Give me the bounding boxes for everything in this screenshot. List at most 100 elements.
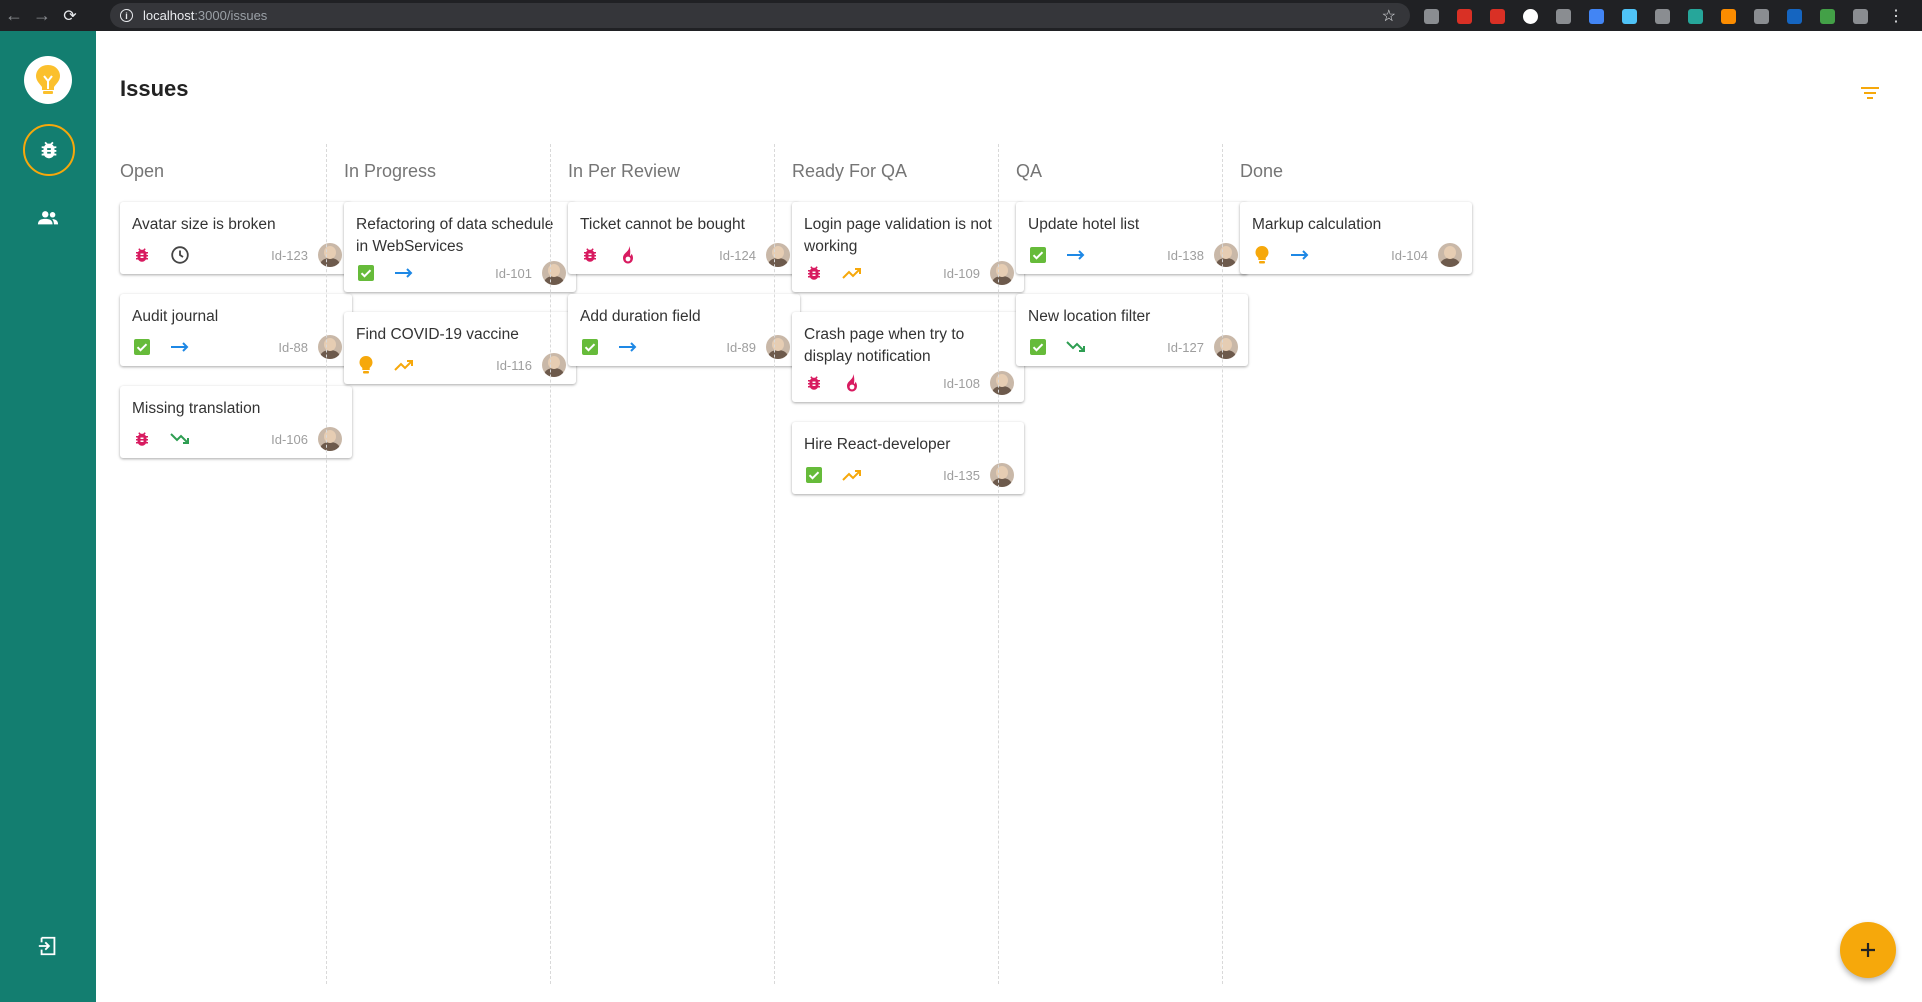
page-title: Issues (120, 76, 189, 101)
browser-extension-icon[interactable] (1519, 5, 1541, 27)
column-divider (550, 144, 551, 984)
issue-title: Add duration field (580, 308, 701, 325)
issue-id: Id-89 (726, 339, 756, 355)
assignee-avatar[interactable] (990, 463, 1014, 487)
issue-card[interactable]: Missing translation Id-106 (120, 386, 352, 458)
assignee-avatar[interactable] (766, 243, 790, 267)
issue-title: Missing translation (132, 400, 261, 417)
issue-card[interactable]: Hire React-developer Id-135 (792, 422, 1024, 494)
fire-icon (840, 373, 864, 393)
bulb-icon (356, 355, 376, 375)
check-icon (1028, 245, 1048, 265)
browser-menu-icon[interactable]: ⋮ (1888, 6, 1904, 26)
nav-users-button[interactable] (34, 206, 62, 230)
issue-footer: Id-104 (1252, 242, 1462, 268)
back-icon[interactable]: ← (0, 0, 28, 31)
browser-extension-icon[interactable] (1849, 5, 1871, 27)
issue-card[interactable]: New location filter Id-127 (1016, 294, 1248, 366)
clock-icon (168, 245, 192, 265)
issue-footer: Id-135 (804, 462, 1014, 488)
issue-title: Refactoring of data schedule in WebServi… (356, 216, 554, 255)
trending-down-icon (1064, 337, 1088, 357)
people-icon (37, 211, 59, 225)
browser-extension-icon[interactable] (1783, 5, 1805, 27)
issue-card[interactable]: Audit journal Id-88 (120, 294, 352, 366)
browser-extension-icon[interactable] (1453, 5, 1475, 27)
issue-id: Id-123 (271, 247, 308, 263)
kanban-column: Done Markup calculation Id-104 (1240, 144, 1514, 1002)
issue-id: Id-101 (495, 265, 532, 281)
issue-footer: Id-138 (1028, 242, 1238, 268)
nav-issues-button[interactable] (23, 124, 75, 176)
address-bar[interactable]: i localhost:3000/issues ☆ (110, 3, 1410, 28)
column-title: Done (1240, 161, 1284, 181)
issue-title: Crash page when try to display notificat… (804, 326, 965, 365)
issue-footer: Id-116 (356, 352, 566, 378)
browser-extension-icon[interactable] (1552, 5, 1574, 27)
browser-extension-icon[interactable] (1750, 5, 1772, 27)
column-title: In Per Review (568, 161, 681, 181)
issue-title: Login page validation is not working (804, 216, 992, 255)
assignee-avatar[interactable] (990, 261, 1014, 285)
filter-icon[interactable] (1858, 83, 1882, 103)
check-icon (580, 337, 600, 357)
column-title: Open (120, 161, 165, 181)
issue-card[interactable]: Add duration field Id-89 (568, 294, 800, 366)
column-title: QA (1016, 161, 1043, 181)
issue-footer: Id-106 (132, 426, 342, 452)
issue-id: Id-127 (1167, 339, 1204, 355)
forward-icon[interactable]: → (28, 0, 56, 31)
issue-id: Id-109 (943, 265, 980, 281)
check-icon (356, 263, 376, 283)
info-icon[interactable]: i (120, 9, 133, 22)
reload-icon[interactable]: ⟳ (56, 0, 84, 31)
fire-icon (616, 245, 640, 265)
issue-card[interactable]: Crash page when try to display notificat… (792, 312, 1024, 402)
browser-extension-icon[interactable] (1618, 5, 1640, 27)
assignee-avatar[interactable] (990, 371, 1014, 395)
assignee-avatar[interactable] (542, 261, 566, 285)
assignee-avatar[interactable] (1214, 243, 1238, 267)
issue-id: Id-88 (278, 339, 308, 355)
browser-extension-icon[interactable] (1816, 5, 1838, 27)
issue-card[interactable]: Login page validation is not working Id-1… (792, 202, 1024, 292)
assignee-avatar[interactable] (318, 243, 342, 267)
trending-up-icon (840, 263, 864, 283)
issue-id: Id-106 (271, 431, 308, 447)
assignee-avatar[interactable] (318, 427, 342, 451)
bug-icon (132, 245, 152, 265)
check-icon (804, 465, 824, 485)
browser-extension-icon[interactable] (1585, 5, 1607, 27)
trending-up-icon (392, 355, 416, 375)
assignee-avatar[interactable] (766, 335, 790, 359)
issue-id: Id-135 (943, 467, 980, 483)
browser-extension-icon[interactable] (1651, 5, 1673, 27)
column-title: Ready For QA (792, 161, 908, 181)
assignee-avatar[interactable] (1438, 243, 1462, 267)
issue-id: Id-104 (1391, 247, 1428, 263)
issue-card[interactable]: Refactoring of data schedule in WebServi… (344, 202, 576, 292)
logout-icon[interactable] (37, 935, 59, 957)
lightbulb-logo-icon (36, 65, 60, 94)
browser-extension-icon[interactable] (1486, 5, 1508, 27)
assignee-avatar[interactable] (542, 353, 566, 377)
issue-footer: Id-101 (356, 260, 566, 286)
bookmark-star-icon[interactable]: ☆ (1382, 6, 1396, 26)
issue-card[interactable]: Update hotel list Id-138 (1016, 202, 1248, 274)
app-logo[interactable] (24, 56, 72, 104)
issue-card[interactable]: Markup calculation Id-104 (1240, 202, 1472, 274)
add-issue-button[interactable] (1840, 922, 1896, 978)
bug-icon (41, 141, 57, 159)
issue-card[interactable]: Avatar size is broken Id-123 (120, 202, 352, 274)
issue-card[interactable]: Find COVID-19 vaccine Id-116 (344, 312, 576, 384)
plus-icon (1861, 943, 1875, 957)
issue-card[interactable]: Ticket cannot be bought Id-124 (568, 202, 800, 274)
assignee-avatar[interactable] (1214, 335, 1238, 359)
issue-footer: Id-124 (580, 242, 790, 268)
assignee-avatar[interactable] (318, 335, 342, 359)
browser-extension-icon[interactable] (1684, 5, 1706, 27)
browser-extension-icon[interactable] (1717, 5, 1739, 27)
issue-footer: Id-123 (132, 242, 342, 268)
browser-extension-icon[interactable] (1420, 5, 1442, 27)
arrow-right-icon (616, 337, 640, 357)
